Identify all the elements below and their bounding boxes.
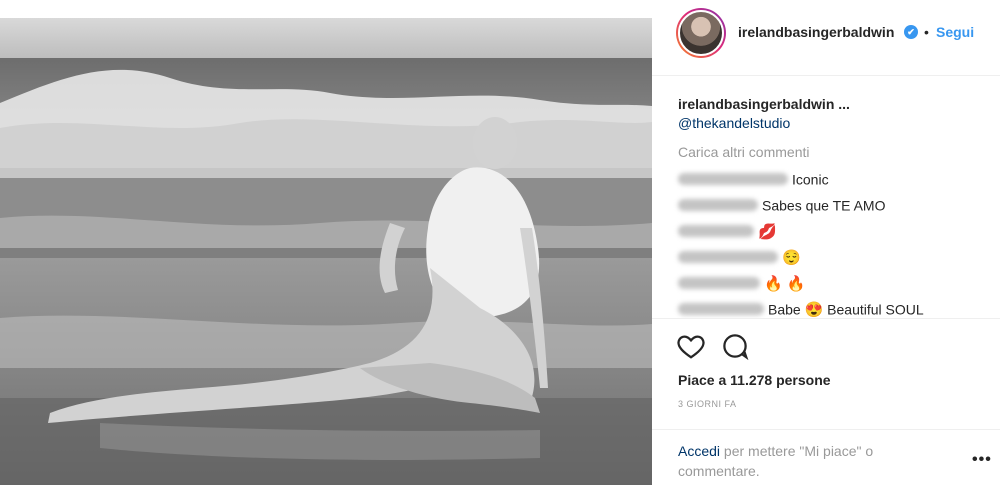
comment-row: 🔥 🔥 [678,274,978,294]
post-header: irelandbasingerbaldwin ✔ • Segui [652,0,1000,76]
username-link[interactable]: irelandbasingerbaldwin [738,24,894,40]
avatar-image [678,10,724,56]
relieved-face-emoji-icon: 😌 [782,249,801,267]
kiss-emoji-icon: 💋 [758,223,777,241]
comment-text: Sabes que TE AMO [762,197,886,214]
post-timestamp[interactable]: 3 GIORNI FA [678,399,737,409]
login-prompt: Accedi per mettere "Mi piace" o commenta… [678,441,938,481]
post-photo[interactable] [0,18,652,485]
likes-count[interactable]: Piace a 11.278 persone [678,372,831,388]
separator-dot: • [924,24,929,40]
caption-username[interactable]: irelandbasingerbaldwin ... [678,96,850,112]
comment-row: 💋 [678,222,978,242]
comment-username-blurred[interactable] [678,225,754,238]
comment-row: 😌 [678,248,978,268]
load-more-comments-button[interactable]: Carica altri commenti [678,144,809,160]
heart-icon[interactable] [676,331,706,361]
comment-text: Babe [768,301,801,318]
divider [652,429,1000,430]
follow-button[interactable]: Segui [936,24,974,40]
beach-photo [0,18,652,485]
post-actions: Piace a 11.278 persone 3 GIORNI FA Acced… [652,318,1000,485]
comment-text: Iconic [792,171,829,188]
fire-emoji-icon: 🔥 🔥 [764,275,806,293]
comment-username-blurred[interactable] [678,251,778,264]
comment-username-blurred[interactable] [678,173,788,186]
verified-badge-icon: ✔ [904,25,918,39]
comments-list[interactable]: irelandbasingerbaldwin ... @thekandelstu… [652,78,1000,318]
post-panel: irelandbasingerbaldwin ✔ • Segui ireland… [652,0,1000,485]
comment-text-continued: Beautiful SOUL [827,301,924,318]
more-options-icon[interactable]: ••• [972,451,992,469]
comment-username-blurred[interactable] [678,199,758,212]
comment-row: Sabes que TE AMO [678,196,978,216]
comment-username-blurred[interactable] [678,277,760,290]
comment-row: Iconic [678,170,978,190]
comment-row: Babe 😍 Beautiful SOUL [678,300,978,318]
heart-eyes-emoji-icon: 😍 [804,301,824,318]
avatar[interactable] [676,8,726,58]
login-link[interactable]: Accedi [678,443,720,459]
caption-mention-link[interactable]: @thekandelstudio [678,115,790,131]
comment-username-blurred[interactable] [678,303,764,316]
comment-bubble-icon[interactable] [720,331,750,361]
